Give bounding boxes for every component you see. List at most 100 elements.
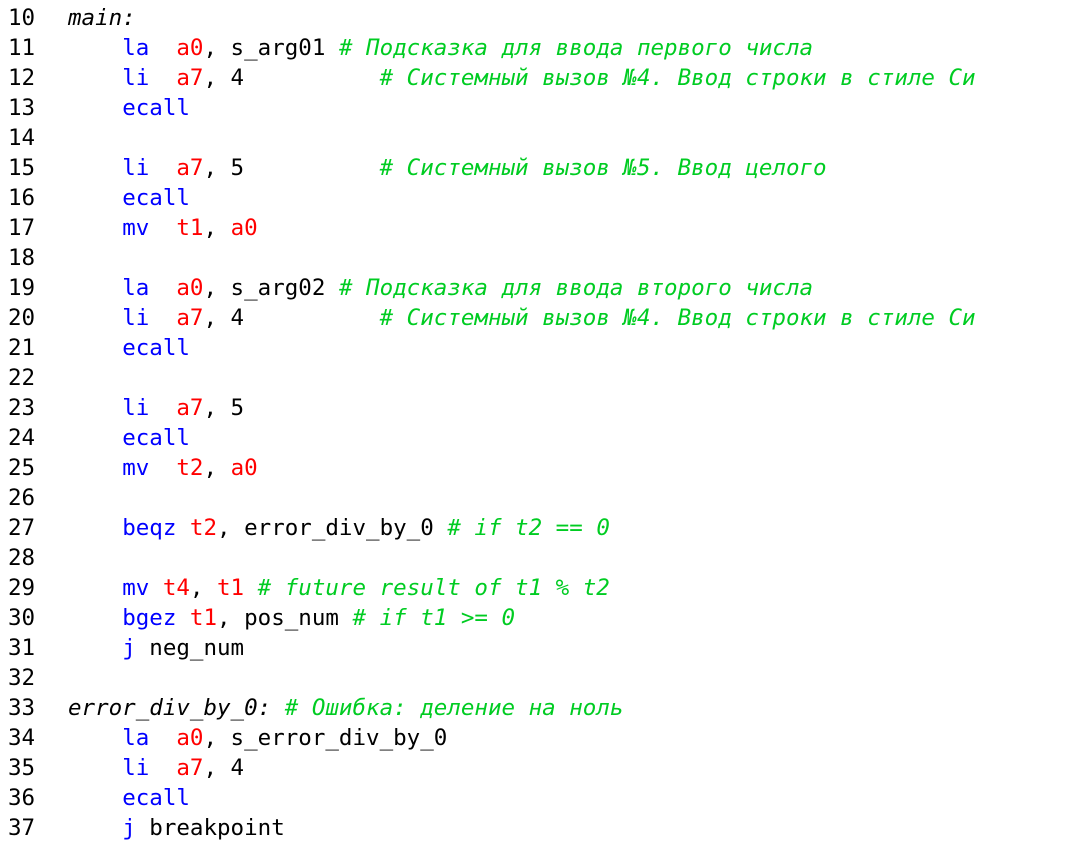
line-content[interactable]: la a0, s_arg02 # Подсказка для ввода вто… <box>46 273 813 303</box>
code-token: , 4 <box>203 65 380 91</box>
code-token: , <box>203 215 231 241</box>
line-number: 27 <box>8 515 36 541</box>
register-token: a0 <box>230 215 258 241</box>
line-content[interactable]: j breakpoint <box>46 813 285 843</box>
instruction-token: beqz <box>122 515 177 541</box>
code-line[interactable]: 14 <box>0 123 1066 153</box>
line-content[interactable]: bgez t1, pos_num # if t1 >= 0 <box>46 603 515 633</box>
line-content[interactable]: li a7, 5 # Системный вызов №5. Ввод цело… <box>46 153 826 183</box>
line-number: 35 <box>8 755 36 781</box>
line-content[interactable]: li a7, 5 <box>46 393 244 423</box>
instruction-token: ecall <box>122 95 190 121</box>
code-token: neg_num <box>135 635 245 661</box>
code-line[interactable]: 16 ecall <box>0 183 1066 213</box>
instruction-token: mv <box>122 215 150 241</box>
line-number: 14 <box>8 125 36 151</box>
line-content[interactable]: ecall <box>46 93 190 123</box>
code-line[interactable]: 33 error_div_by_0: # Ошибка: деление на н… <box>0 693 1066 723</box>
line-number: 34 <box>8 725 36 751</box>
code-line[interactable]: 29 mv t4, t1 # future result of t1 % t2 <box>0 573 1066 603</box>
line-content[interactable]: li a7, 4 # Системный вызов №4. Ввод стро… <box>46 303 975 333</box>
code-line[interactable]: 17 mv t1, a0 <box>0 213 1066 243</box>
register-token: a7 <box>176 755 204 781</box>
line-content[interactable]: mv t1, a0 <box>46 213 258 243</box>
instruction-token: j <box>122 815 136 841</box>
code-line[interactable]: 24 ecall <box>0 423 1066 453</box>
code-line[interactable]: 12 li a7, 4 # Системный вызов №4. Ввод с… <box>0 63 1066 93</box>
line-content[interactable]: mv t4, t1 # future result of t1 % t2 <box>46 573 610 603</box>
code-line[interactable]: 32 <box>0 663 1066 693</box>
comment-token: # future result of t1 % t2 <box>257 575 610 601</box>
code-line[interactable]: 36 ecall <box>0 783 1066 813</box>
code-line[interactable]: 22 <box>0 363 1066 393</box>
label-token: error_div_by_0: <box>68 695 272 721</box>
line-content[interactable]: ecall <box>46 183 190 213</box>
line-content[interactable]: main: <box>46 3 136 33</box>
register-token: a0 <box>230 455 258 481</box>
instruction-token: li <box>122 395 150 421</box>
code-line[interactable]: 11 la a0, s_arg01 # Подсказка для ввода … <box>0 33 1066 63</box>
register-token: a7 <box>176 305 204 331</box>
code-line[interactable]: 20 li a7, 4 # Системный вызов №4. Ввод с… <box>0 303 1066 333</box>
code-line[interactable]: 34 la a0, s_error_div_by_0 <box>0 723 1066 753</box>
code-line[interactable]: 19 la a0, s_arg02 # Подсказка для ввода … <box>0 273 1066 303</box>
line-content[interactable]: ecall <box>46 423 190 453</box>
line-number: 15 <box>8 155 36 181</box>
code-line[interactable]: 21 ecall <box>0 333 1066 363</box>
code-line[interactable]: 13 ecall <box>0 93 1066 123</box>
line-content[interactable]: la a0, s_error_div_by_0 <box>46 723 447 753</box>
line-content[interactable]: j neg_num <box>46 633 244 663</box>
code-line[interactable]: 25 mv t2, a0 <box>0 453 1066 483</box>
line-content[interactable]: error_div_by_0: # Ошибка: деление на нол… <box>46 693 623 723</box>
instruction-token: la <box>122 725 150 751</box>
code-line[interactable]: 27 beqz t2, error_div_by_0 # if t2 == 0 <box>0 513 1066 543</box>
code-line[interactable]: 15 li a7, 5 # Системный вызов №5. Ввод ц… <box>0 153 1066 183</box>
code-line[interactable]: 35 li a7, 4 <box>0 753 1066 783</box>
line-number: 30 <box>8 605 36 631</box>
line-content[interactable]: beqz t2, error_div_by_0 # if t2 == 0 <box>46 513 610 543</box>
line-number: 32 <box>8 665 36 691</box>
code-token: , <box>189 575 218 601</box>
code-line[interactable]: 28 <box>0 543 1066 573</box>
code-token: , s_error_div_by_0 <box>203 725 448 751</box>
line-number: 26 <box>8 485 36 511</box>
instruction-token: li <box>122 65 150 91</box>
line-number: 31 <box>8 635 36 661</box>
code-line[interactable]: 26 <box>0 483 1066 513</box>
line-content[interactable]: li a7, 4 # Системный вызов №4. Ввод стро… <box>46 63 975 93</box>
line-content[interactable]: li a7, 4 <box>46 753 244 783</box>
comment-token: # if t2 == 0 <box>447 515 610 541</box>
instruction-token: ecall <box>122 185 190 211</box>
code-line[interactable]: 30 bgez t1, pos_num # if t1 >= 0 <box>0 603 1066 633</box>
comment-token: # Подсказка для ввода первого числа <box>338 35 814 61</box>
code-token: , 4 <box>203 755 245 781</box>
register-token: t4 <box>162 575 190 601</box>
line-number: 29 <box>8 575 36 601</box>
code-editor[interactable]: 10 main: 11 la a0, s_arg01 # Подсказка для… <box>0 3 1066 843</box>
code-line[interactable]: 37 j breakpoint <box>0 813 1066 843</box>
line-content[interactable]: mv t2, a0 <box>46 453 258 483</box>
instruction-token: bgez <box>122 605 177 631</box>
code-line[interactable]: 31 j neg_num <box>0 633 1066 663</box>
line-content[interactable]: la a0, s_arg01 # Подсказка для ввода пер… <box>46 33 813 63</box>
line-number: 12 <box>8 65 36 91</box>
code-line[interactable]: 18 <box>0 243 1066 273</box>
code-line[interactable]: 23 li a7, 5 <box>0 393 1066 423</box>
code-line[interactable]: 10 main: <box>0 3 1066 33</box>
register-token: t1 <box>189 605 218 631</box>
line-content[interactable]: ecall <box>46 333 190 363</box>
code-token: , 5 <box>203 155 380 181</box>
line-content[interactable]: ecall <box>46 783 190 813</box>
